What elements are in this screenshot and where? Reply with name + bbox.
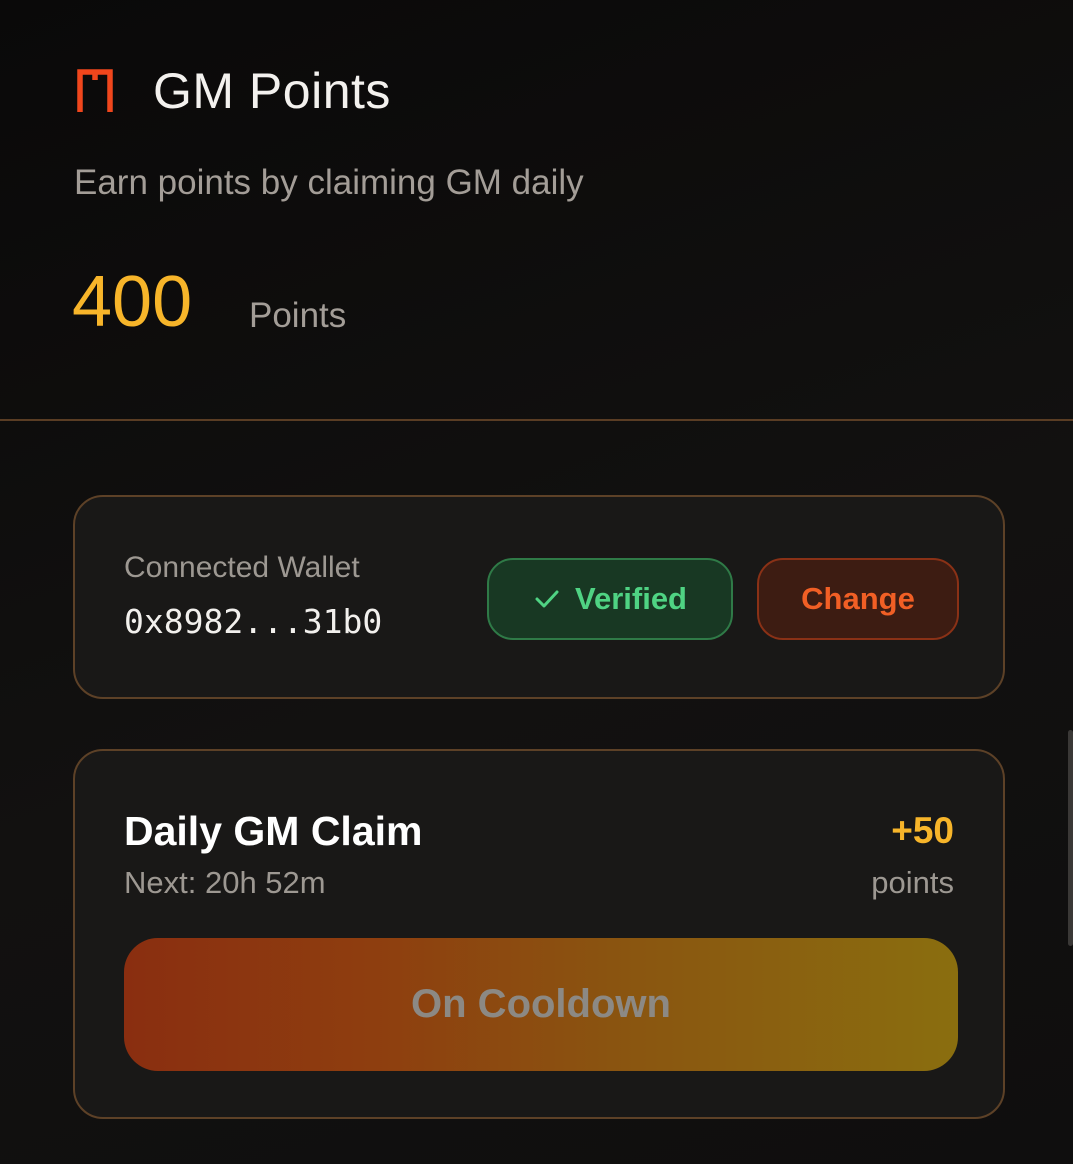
page-subtitle: Earn points by claiming GM daily (74, 163, 584, 202)
verified-label: Verified (575, 581, 687, 616)
check-icon (535, 590, 559, 608)
wallet-label: Connected Wallet (124, 551, 360, 584)
claim-title: Daily GM Claim (124, 808, 423, 854)
claim-countdown: Next: 20h 52m (124, 865, 326, 900)
verified-badge: Verified (487, 558, 733, 640)
daily-claim-card: Daily GM Claim Next: 20h 52m +50 points … (73, 749, 1005, 1119)
change-wallet-button[interactable]: Change (757, 558, 959, 640)
wallet-card: Connected Wallet 0x8982...31b0 Verified … (73, 495, 1005, 699)
header: GM Points Earn points by claiming GM dai… (0, 0, 1073, 420)
page-title: GM Points (153, 63, 391, 119)
header-divider (0, 419, 1073, 421)
reward-amount: +50 (891, 810, 954, 851)
reward-unit: points (871, 865, 954, 900)
points-unit-label: Points (249, 296, 347, 335)
gm-points-page: GM Points Earn points by claiming GM dai… (0, 0, 1073, 1164)
claim-button[interactable]: On Cooldown (124, 938, 958, 1071)
gm-logo-icon (77, 69, 113, 112)
points-balance: 400 (72, 262, 193, 342)
scrollbar[interactable] (1068, 730, 1073, 946)
wallet-address: 0x8982...31b0 (124, 602, 383, 641)
